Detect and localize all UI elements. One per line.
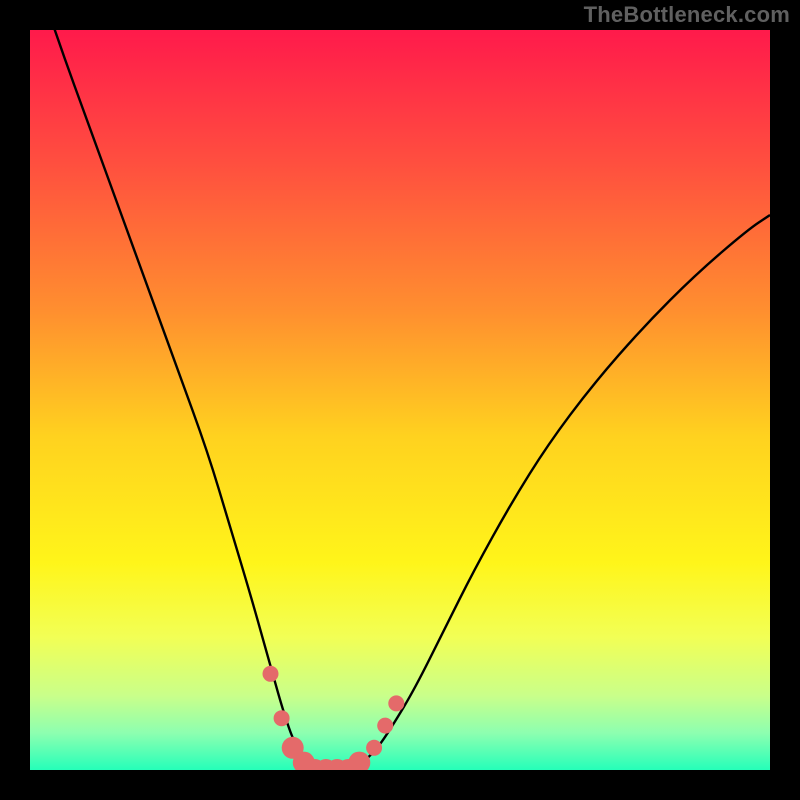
chart-background: [30, 30, 770, 770]
chart-stage: TheBottleneck.com: [0, 0, 800, 800]
curve-marker: [366, 740, 382, 756]
curve-marker: [274, 710, 290, 726]
bottleneck-chart: [0, 0, 800, 800]
curve-marker: [263, 666, 279, 682]
curve-marker: [388, 695, 404, 711]
curve-marker: [377, 718, 393, 734]
watermark: TheBottleneck.com: [584, 2, 790, 28]
